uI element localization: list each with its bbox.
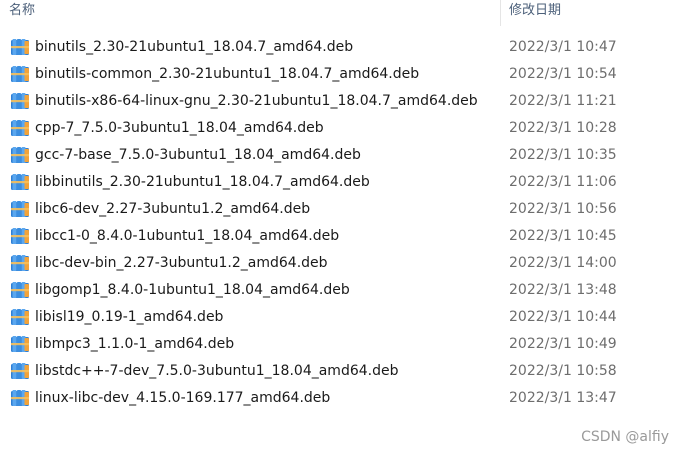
file-date-modified: 2022/3/1 10:47 bbox=[509, 39, 617, 55]
file-row[interactable]: libcc1-0_8.4.0-1ubuntu1_18.04_amd64.deb 2… bbox=[0, 223, 683, 250]
file-date-modified: 2022/3/1 10:58 bbox=[509, 363, 617, 379]
file-date-modified: 2022/3/1 14:00 bbox=[509, 255, 617, 271]
file-row[interactable]: binutils-x86-64-linux-gnu_2.30-21ubuntu1… bbox=[0, 88, 683, 115]
file-row[interactable]: libstdc++-7-dev_7.5.0-3ubuntu1_18.04_amd… bbox=[0, 358, 683, 385]
file-row[interactable]: libisl19_0.19-1_amd64.deb 2022/3/1 10:44 bbox=[0, 304, 683, 331]
file-name: binutils-x86-64-linux-gnu_2.30-21ubuntu1… bbox=[35, 93, 478, 109]
file-date-modified: 2022/3/1 10:56 bbox=[509, 201, 617, 217]
file-name: libisl19_0.19-1_amd64.deb bbox=[35, 309, 224, 325]
file-date-modified: 2022/3/1 13:47 bbox=[509, 390, 617, 406]
file-name: libstdc++-7-dev_7.5.0-3ubuntu1_18.04_amd… bbox=[35, 363, 399, 379]
file-name: libbinutils_2.30-21ubuntu1_18.04.7_amd64… bbox=[35, 174, 370, 190]
file-row[interactable]: libc6-dev_2.27-3ubuntu1.2_amd64.deb 2022/… bbox=[0, 196, 683, 223]
archive-package-icon bbox=[10, 335, 30, 353]
archive-package-icon bbox=[10, 227, 30, 245]
archive-package-icon bbox=[10, 119, 30, 137]
file-row[interactable]: gcc-7-base_7.5.0-3ubuntu1_18.04_amd64.de… bbox=[0, 142, 683, 169]
archive-package-icon bbox=[10, 92, 30, 110]
archive-package-icon bbox=[10, 200, 30, 218]
file-date-modified: 2022/3/1 11:06 bbox=[509, 174, 617, 190]
archive-package-icon bbox=[10, 65, 30, 83]
column-header-name[interactable]: 名称 bbox=[0, 0, 500, 26]
file-name: cpp-7_7.5.0-3ubuntu1_18.04_amd64.deb bbox=[35, 120, 324, 136]
column-header-date-modified[interactable]: 修改日期 bbox=[501, 0, 683, 26]
file-name: libgomp1_8.4.0-1ubuntu1_18.04_amd64.deb bbox=[35, 282, 350, 298]
file-name: binutils_2.30-21ubuntu1_18.04.7_amd64.de… bbox=[35, 39, 354, 55]
file-list: binutils_2.30-21ubuntu1_18.04.7_amd64.de… bbox=[0, 34, 683, 412]
file-date-modified: 2022/3/1 10:28 bbox=[509, 120, 617, 136]
file-row[interactable]: libbinutils_2.30-21ubuntu1_18.04.7_amd64… bbox=[0, 169, 683, 196]
archive-package-icon bbox=[10, 38, 30, 56]
file-row[interactable]: libmpc3_1.1.0-1_amd64.deb 2022/3/1 10:49 bbox=[0, 331, 683, 358]
file-date-modified: 2022/3/1 13:48 bbox=[509, 282, 617, 298]
file-name: libcc1-0_8.4.0-1ubuntu1_18.04_amd64.deb bbox=[35, 228, 340, 244]
watermark: CSDN @alfiy bbox=[581, 429, 669, 445]
file-name: binutils-common_2.30-21ubuntu1_18.04.7_a… bbox=[35, 66, 420, 82]
file-name: linux-libc-dev_4.15.0-169.177_amd64.deb bbox=[35, 390, 331, 406]
file-row[interactable]: binutils-common_2.30-21ubuntu1_18.04.7_a… bbox=[0, 61, 683, 88]
file-date-modified: 2022/3/1 10:49 bbox=[509, 336, 617, 352]
column-header-bar: 名称 修改日期 bbox=[0, 0, 683, 26]
file-name: gcc-7-base_7.5.0-3ubuntu1_18.04_amd64.de… bbox=[35, 147, 361, 163]
file-date-modified: 2022/3/1 10:45 bbox=[509, 228, 617, 244]
file-name: libmpc3_1.1.0-1_amd64.deb bbox=[35, 336, 235, 352]
file-date-modified: 2022/3/1 10:35 bbox=[509, 147, 617, 163]
archive-package-icon bbox=[10, 362, 30, 380]
archive-package-icon bbox=[10, 254, 30, 272]
file-row[interactable]: binutils_2.30-21ubuntu1_18.04.7_amd64.de… bbox=[0, 34, 683, 61]
file-row[interactable]: libgomp1_8.4.0-1ubuntu1_18.04_amd64.deb 2… bbox=[0, 277, 683, 304]
file-date-modified: 2022/3/1 11:21 bbox=[509, 93, 617, 109]
file-row[interactable]: cpp-7_7.5.0-3ubuntu1_18.04_amd64.deb 2022… bbox=[0, 115, 683, 142]
file-date-modified: 2022/3/1 10:44 bbox=[509, 309, 617, 325]
file-name: libc6-dev_2.27-3ubuntu1.2_amd64.deb bbox=[35, 201, 311, 217]
archive-package-icon bbox=[10, 389, 30, 407]
archive-package-icon bbox=[10, 308, 30, 326]
archive-package-icon bbox=[10, 146, 30, 164]
file-row[interactable]: libc-dev-bin_2.27-3ubuntu1.2_amd64.deb 20… bbox=[0, 250, 683, 277]
file-date-modified: 2022/3/1 10:54 bbox=[509, 66, 617, 82]
file-row[interactable]: linux-libc-dev_4.15.0-169.177_amd64.deb 2… bbox=[0, 385, 683, 412]
file-name: libc-dev-bin_2.27-3ubuntu1.2_amd64.deb bbox=[35, 255, 328, 271]
archive-package-icon bbox=[10, 173, 30, 191]
archive-package-icon bbox=[10, 281, 30, 299]
